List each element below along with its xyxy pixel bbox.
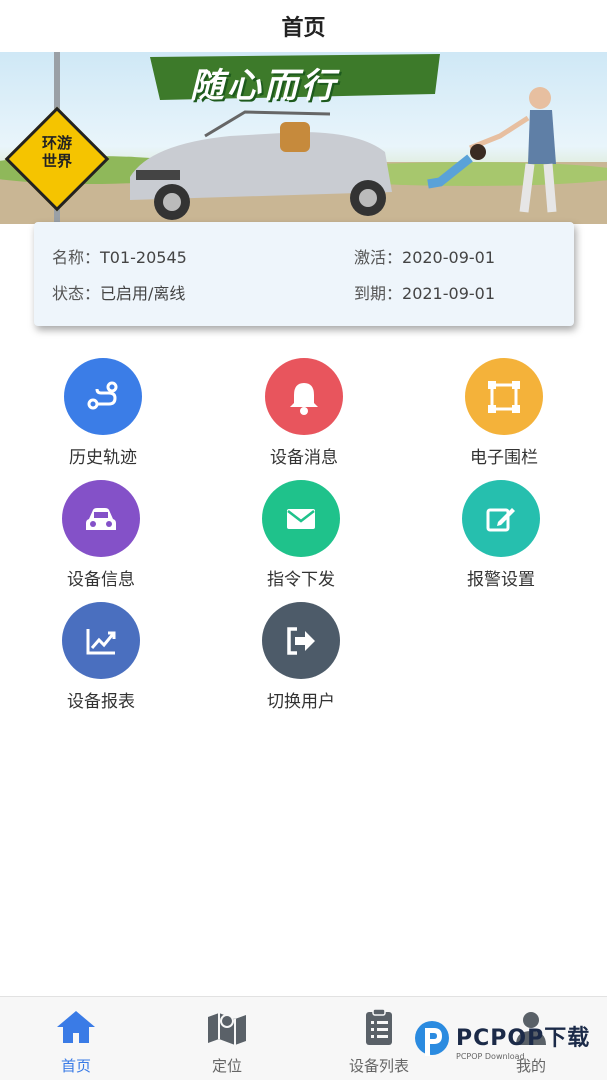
menu-alarm-settings[interactable]: 报警设置 — [431, 480, 571, 590]
menu-device-info[interactable]: 设备信息 — [31, 480, 171, 590]
menu-label: 切换用户 — [267, 692, 335, 712]
tab-label: 首页 — [60, 1057, 91, 1075]
route-icon — [64, 358, 142, 435]
device-activate-date: 激活：2020-09-01 — [354, 248, 495, 267]
banner-slogan: 随心而行 — [190, 66, 338, 106]
menu-label: 设备信息 — [67, 570, 135, 590]
menu-send-command[interactable]: 指令下发 — [231, 480, 371, 590]
title-bar: 首页 — [0, 0, 607, 52]
watermark-brand: PCPOP下载 — [456, 1025, 591, 1051]
menu-device-report[interactable]: 设备报表 — [31, 602, 171, 712]
car-icon — [62, 480, 140, 557]
watermark-sub: PCPOP Download — [456, 1051, 525, 1061]
menu-label: 设备消息 — [270, 448, 338, 468]
page-title: 首页 — [281, 16, 326, 41]
menu-label: 历史轨迹 — [69, 448, 137, 468]
tab-location[interactable]: 定位 — [177, 1007, 277, 1076]
device-status: 状态：已启用/离线 — [52, 284, 186, 303]
switch-user-icon — [262, 602, 340, 679]
device-expire-date: 到期：2021-09-01 — [354, 284, 495, 303]
tab-label: 定位 — [211, 1057, 242, 1075]
bell-icon — [265, 358, 343, 435]
menu-label: 设备报表 — [67, 692, 135, 712]
chart-icon — [62, 602, 140, 679]
promo-banner[interactable]: 随心而行 环游 世界 — [0, 52, 607, 224]
menu-history-track[interactable]: 历史轨迹 — [33, 358, 173, 468]
map-icon — [208, 1013, 246, 1045]
clipboard-list-icon — [366, 1008, 392, 1045]
home-icon — [57, 1011, 95, 1043]
road-sign-text: 环游 世界 — [41, 134, 72, 170]
menu-geofence[interactable]: 电子围栏 — [434, 358, 574, 468]
menu-device-messages[interactable]: 设备消息 — [234, 358, 374, 468]
tab-label: 设备列表 — [348, 1057, 409, 1075]
menu-switch-user[interactable]: 切换用户 — [231, 602, 371, 712]
envelope-icon — [262, 480, 340, 557]
device-info-card: 名称：T01-20545 状态：已启用/离线 激活：2020-09-01 到期：… — [34, 222, 574, 326]
menu-label: 电子围栏 — [470, 448, 538, 468]
fence-icon — [465, 358, 543, 435]
site-watermark: PCPOP下载 PCPOP Download — [412, 1012, 590, 1068]
tab-home[interactable]: 首页 — [26, 1007, 126, 1076]
device-name: 名称：T01-20545 — [52, 248, 187, 267]
pcpop-logo-icon — [415, 1021, 449, 1056]
menu-label: 指令下发 — [267, 570, 335, 590]
edit-icon — [462, 480, 540, 557]
menu-label: 报警设置 — [467, 570, 535, 590]
